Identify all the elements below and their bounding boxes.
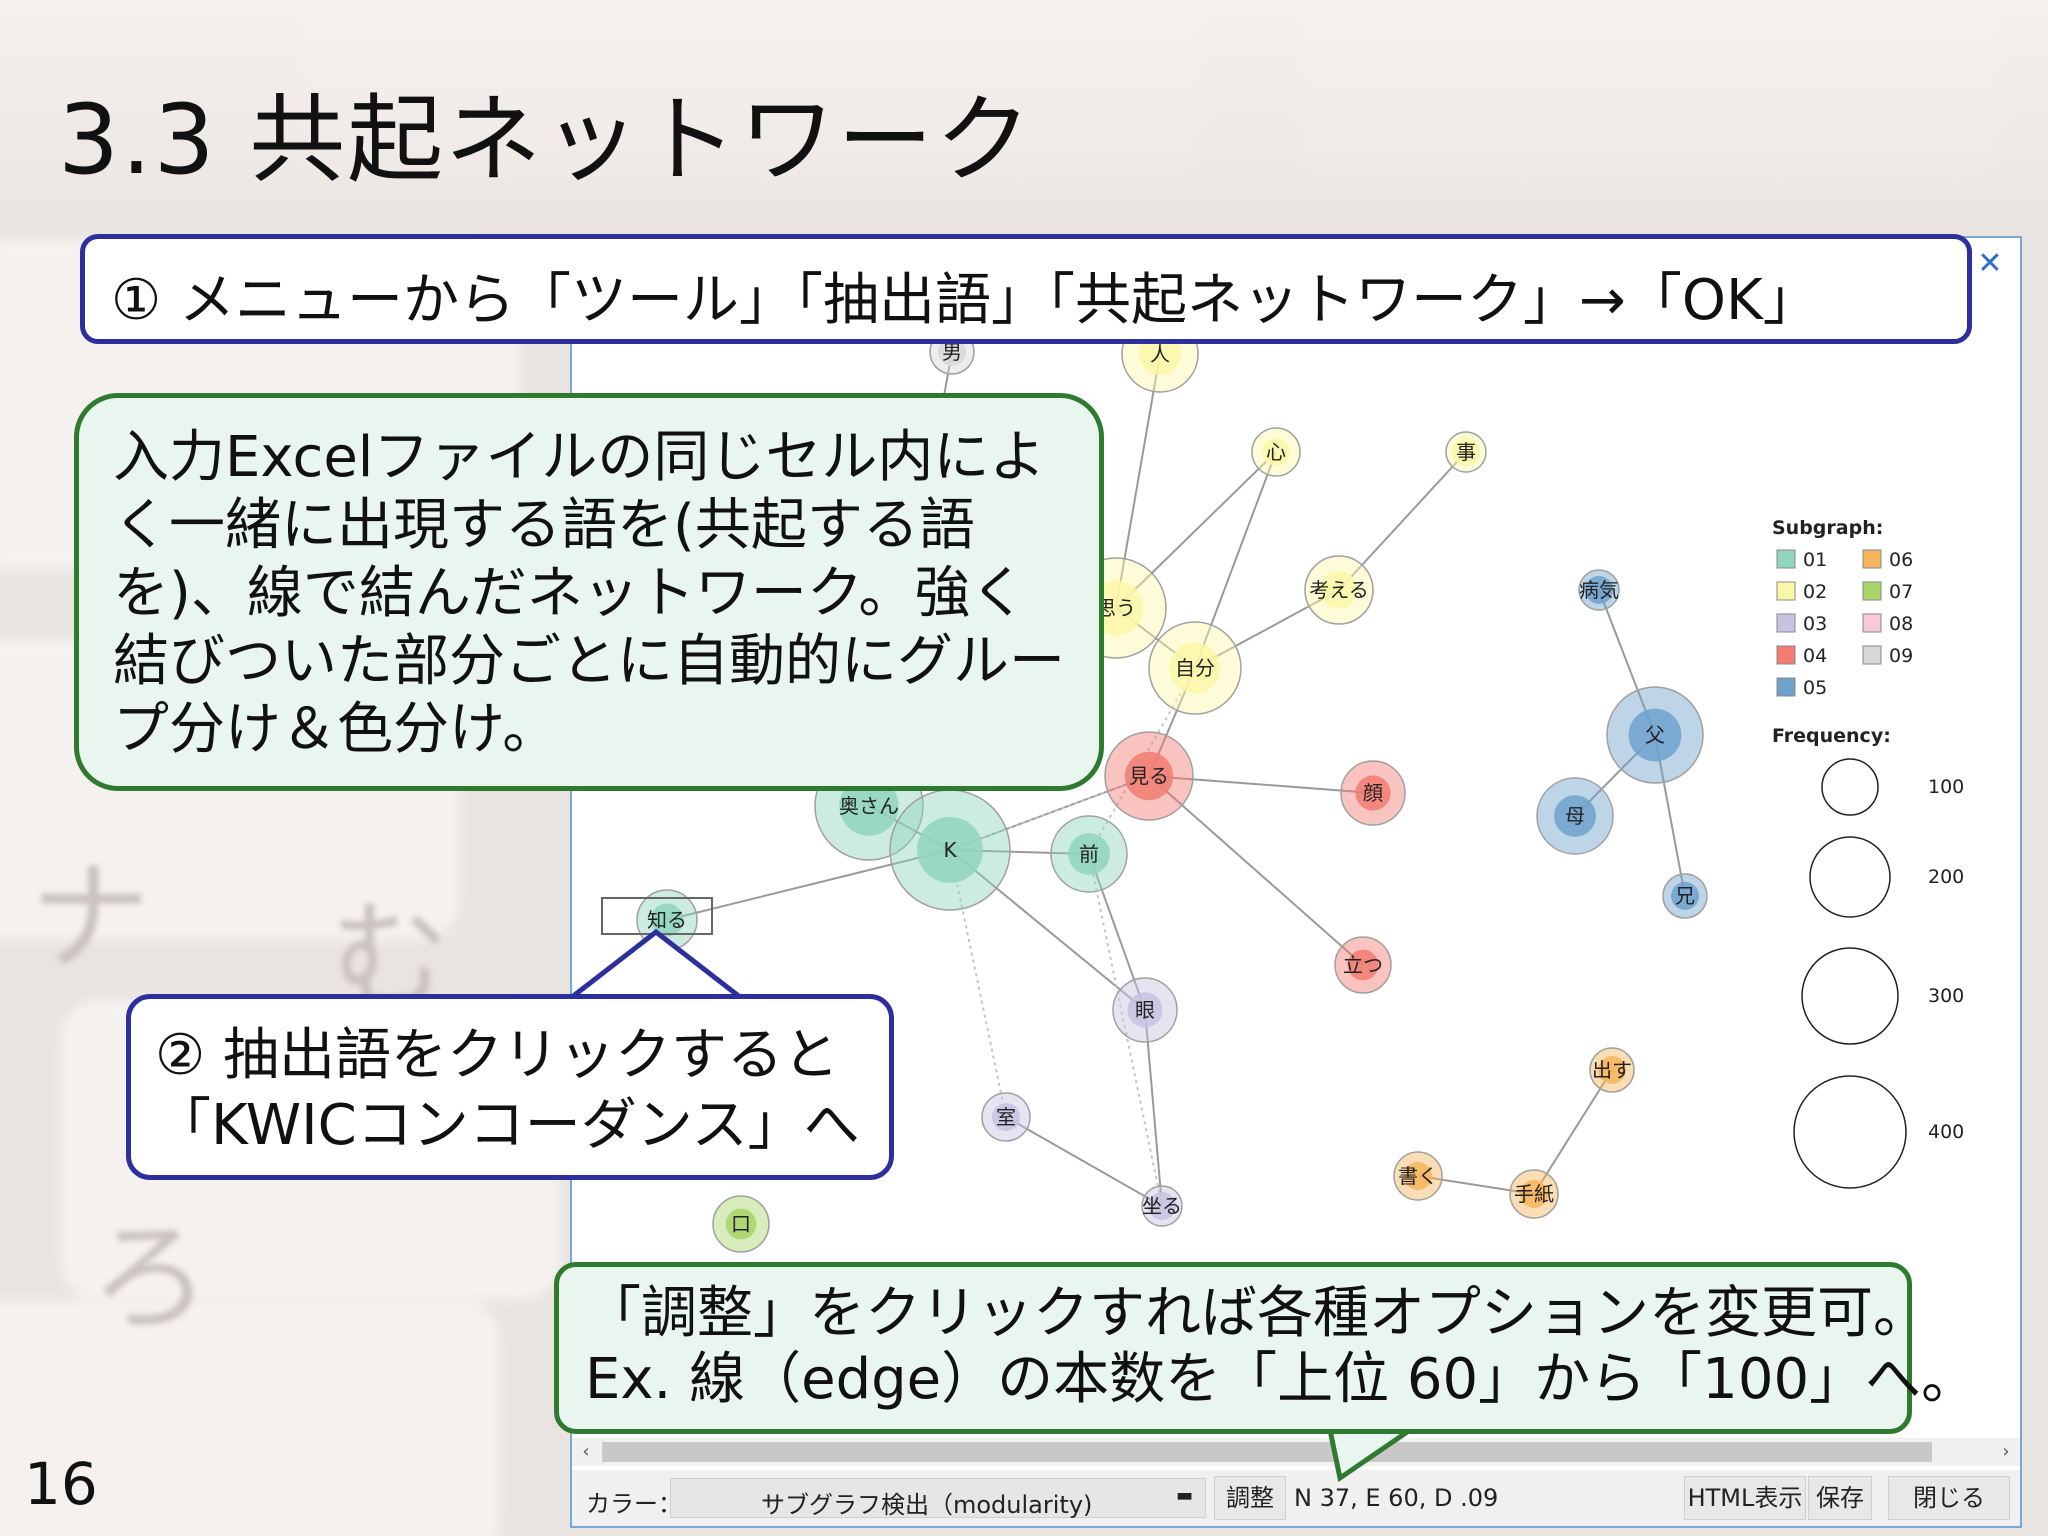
dropdown-arrow-icon: ▬ (1175, 1485, 1193, 1506)
status-bar: カラー： サブグラフ検出（modularity) ▬ 調整 N 37, E 60… (572, 1470, 2020, 1526)
legend-frequency-label: 400 (1928, 1121, 1964, 1143)
legend-swatch (1862, 581, 1882, 601)
legend-subgraph-title: Subgraph: (1772, 517, 1883, 539)
horizontal-scrollbar[interactable]: ‹ › (572, 1438, 2020, 1466)
network-node[interactable]: 室 (981, 1092, 1031, 1142)
node-label[interactable]: 立つ (1343, 953, 1383, 977)
legend-group-label: 01 (1803, 549, 1827, 571)
legend-frequency-title: Frequency: (1772, 725, 1891, 747)
network-node[interactable]: 顔 (1340, 760, 1406, 826)
node-label[interactable]: 坐る (1142, 1194, 1182, 1218)
network-node[interactable]: 坐る (1141, 1185, 1183, 1227)
node-label[interactable]: 室 (996, 1105, 1016, 1129)
adjust-button[interactable]: 調整 (1214, 1476, 1286, 1520)
legend-swatch (1776, 549, 1796, 569)
node-label[interactable]: 奥さん (839, 794, 899, 818)
network-node[interactable]: 眼 (1112, 977, 1178, 1043)
network-node[interactable]: 父 (1606, 686, 1704, 784)
network-node[interactable]: 事 (1445, 431, 1487, 473)
node-label[interactable]: 父 (1645, 723, 1665, 747)
scroll-right-icon[interactable]: › (1992, 1438, 2020, 1466)
legend-group-label: 04 (1803, 645, 1827, 667)
network-node[interactable]: 出す (1589, 1047, 1635, 1093)
legend-group-label: 07 (1889, 581, 1913, 603)
legend-frequency-circle (1793, 1075, 1907, 1189)
network-node[interactable]: 前 (1050, 815, 1128, 893)
node-label[interactable]: 顔 (1363, 781, 1383, 805)
legend-group-label: 03 (1803, 613, 1827, 635)
node-label[interactable]: 病気 (1579, 578, 1619, 602)
node-label[interactable]: 前 (1079, 842, 1099, 866)
node-label[interactable]: 心 (1266, 440, 1286, 464)
legend-frequency-circle (1809, 836, 1891, 918)
color-label: カラー： (586, 1490, 682, 1518)
legend-frequency-circle (1821, 758, 1879, 816)
network-node[interactable]: K (889, 789, 1011, 911)
node-label[interactable]: 事 (1456, 440, 1476, 464)
network-node[interactable]: 書く (1393, 1151, 1443, 1201)
node-label[interactable]: K (943, 838, 957, 862)
network-node[interactable]: 自分 (1148, 621, 1242, 715)
legend-swatch (1776, 613, 1796, 633)
node-label[interactable]: 出す (1592, 1058, 1632, 1082)
legend-frequency-label: 100 (1928, 776, 1964, 798)
color-dropdown[interactable]: サブグラフ検出（modularity) ▬ (670, 1478, 1206, 1519)
node-label[interactable]: 人 (1150, 342, 1170, 366)
node-label[interactable]: 眼 (1135, 998, 1155, 1022)
legend-swatch (1862, 613, 1882, 633)
legend-swatch (1776, 677, 1796, 697)
legend-frequency-circle (1801, 947, 1899, 1045)
network-edge (1005, 1116, 1163, 1207)
legend-frequency-label: 200 (1928, 866, 1964, 888)
page-number: 16 (24, 1450, 98, 1518)
node-label[interactable]: 自分 (1175, 656, 1215, 680)
legend-swatch (1776, 645, 1796, 665)
node-label[interactable]: 兄 (1675, 884, 1695, 908)
network-node[interactable]: 母 (1536, 777, 1614, 855)
network-node[interactable]: 心 (1251, 427, 1301, 477)
network-node[interactable]: 知る (636, 889, 698, 951)
color-dropdown-value: サブグラフ検出（modularity) (761, 1491, 1093, 1519)
network-node[interactable]: 口 (712, 1195, 770, 1253)
network-node[interactable]: 立つ (1334, 936, 1392, 994)
network-stats: N 37, E 60, D .09 (1294, 1484, 1499, 1512)
node-label[interactable]: 母 (1565, 804, 1585, 828)
legend-swatch (1862, 645, 1882, 665)
legend-swatch (1776, 581, 1796, 601)
legend-group-label: 09 (1889, 645, 1913, 667)
adjust-callout: 「調整」をクリックすれば各種オプションを変更可。 Ex. 線（edge）の本数を「… (554, 1262, 1977, 1434)
legend-frequency-label: 300 (1928, 985, 1964, 1007)
node-label[interactable]: 考える (1309, 578, 1368, 602)
network-node[interactable]: 見る (1104, 731, 1194, 821)
network-node[interactable]: 兄 (1662, 873, 1708, 919)
network-node[interactable]: 病気 (1578, 569, 1620, 611)
legend-group-label: 08 (1889, 613, 1913, 635)
legend-group-label: 05 (1803, 677, 1827, 699)
node-label[interactable]: 手紙 (1514, 1182, 1554, 1206)
network-node[interactable]: 考える (1304, 555, 1374, 625)
description-callout: 入力Excelファイルの同じセル内によく一緒に出現する語を(共起する語を)、線で… (74, 393, 1104, 791)
slide-title: 3.3 共起ネットワーク (58, 84, 1034, 196)
step1-callout: ① メニューから「ツール」「抽出語」「共起ネットワーク」→「OK」 (80, 234, 1972, 344)
close-button[interactable]: 閉じる (1888, 1476, 2010, 1520)
save-button[interactable]: 保存 (1808, 1476, 1872, 1520)
legend-group-label: 02 (1803, 581, 1827, 603)
node-label[interactable]: 口 (731, 1212, 751, 1236)
node-label[interactable]: 知る (647, 908, 687, 932)
scroll-left-icon[interactable]: ‹ (572, 1438, 600, 1466)
node-label[interactable]: 書く (1398, 1164, 1438, 1188)
legend-group-label: 06 (1889, 549, 1913, 571)
legend-swatch (1862, 549, 1882, 569)
scroll-thumb[interactable] (602, 1442, 1932, 1462)
network-node[interactable]: 手紙 (1509, 1169, 1559, 1219)
html-view-button[interactable]: HTML表示 (1684, 1476, 1806, 1520)
node-label[interactable]: 見る (1129, 764, 1169, 788)
step2-callout: ② 抽出語をクリックすると 「KWICコンコーダンス」へ (126, 994, 894, 1180)
